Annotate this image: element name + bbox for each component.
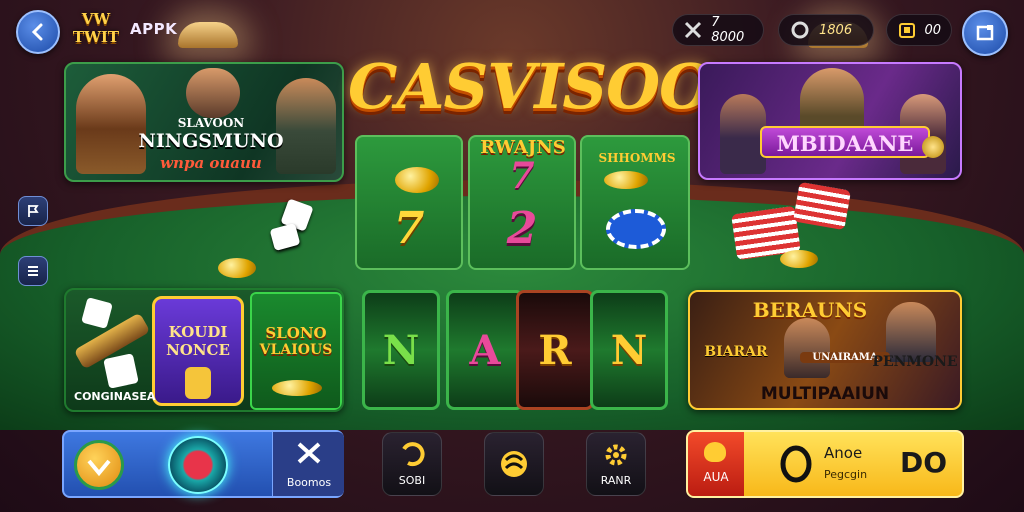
character-portrait (886, 302, 936, 362)
dice (103, 353, 139, 389)
reel-number-1: 7 (393, 203, 425, 254)
reel-column-2: RWAJNS 7 2 (468, 135, 576, 270)
flag-icon (28, 205, 39, 217)
promo-right-title: MBIDAANE (760, 126, 930, 158)
bottom-button-3[interactable]: RANR (586, 432, 646, 496)
cta-panel[interactable]: AUA Anoe Pegcgin DO (686, 430, 964, 498)
slot-game-tile[interactable]: KOUDI NONCE (152, 296, 244, 406)
bottom-button-2[interactable] (484, 432, 544, 496)
slot-reel-4-letter: N (610, 326, 648, 374)
promo-banner-right[interactable]: MBIDAANE (698, 62, 962, 180)
card-left-caption: CONGINASEA (74, 390, 156, 403)
promo-banner-left[interactable]: SLAVOON NINGSMUNO wnpa ouauu (64, 62, 344, 182)
bonus-tab[interactable]: Boomos (272, 432, 344, 496)
side-menu-button[interactable] (18, 256, 48, 286)
back-button[interactable] (16, 10, 60, 54)
cta-subtitle: Pegcgin (824, 468, 868, 481)
side-flag-button[interactable] (18, 196, 48, 226)
slot-game-1-line2: NONCE (166, 341, 230, 359)
ceiling-lamp-left (178, 22, 238, 48)
gem-icon (789, 19, 811, 41)
swirl-icon (402, 442, 425, 467)
game-card-right[interactable]: BERAUNS BIARAR UNAIRAMA PENMONE MULTIPAA… (688, 290, 962, 410)
small-banner-title: SHHOMMS (598, 151, 676, 165)
cta-value: DO (900, 446, 948, 479)
gear-icon (605, 444, 627, 466)
cta-left-tab[interactable]: AUA (688, 432, 744, 496)
wallet-icon (897, 19, 916, 41)
currency-pill-1[interactable]: 7 8000 (672, 14, 764, 46)
currency-pill-3[interactable]: 00 (886, 14, 952, 46)
reel-column-1: 7 (355, 135, 463, 270)
game-card-left[interactable]: KOUDI NONCE SLONO VLAIOUS CONGINASEA (64, 288, 344, 412)
gold-coin-icon (922, 136, 944, 158)
currency-pill-2[interactable]: 1806 (778, 14, 874, 46)
dice (81, 297, 113, 329)
card-right-sub-left: BIARAR (704, 344, 768, 360)
cta-left-label: AUA (703, 470, 729, 484)
promo-left-line2: NINGSMUNO (138, 130, 284, 152)
reel-number-2: 7 (509, 155, 535, 197)
slot-number (185, 367, 211, 399)
promo-left-line1: SLAVOON (177, 116, 245, 130)
promo-left-line3: wnpa ouauu (160, 154, 262, 172)
character-portrait (784, 318, 830, 378)
coin-stack (395, 167, 439, 193)
slot-reel-1-letter: N (382, 326, 420, 374)
reel-number-3: 2 (506, 203, 538, 254)
cross-swords-icon (297, 442, 321, 464)
bonus-button[interactable] (74, 440, 124, 490)
card-right-sub-right: PENMONE (872, 354, 958, 370)
bottom-button-1[interactable]: SOBI (382, 432, 442, 496)
slot-reel-1: N (362, 290, 440, 410)
slot-reel-3: R (516, 290, 594, 410)
heart-icon (704, 442, 726, 462)
slot-game-tile[interactable]: SLONO VLAIOUS (250, 292, 342, 410)
bottom-left-panel: Boomos (62, 430, 344, 498)
slot-game-1-line1: KOUDI (168, 323, 228, 341)
slot-game-2-line1: SLONO (265, 324, 327, 342)
menu-icon (28, 266, 38, 276)
bottom-button-1-label: SOBI (398, 473, 426, 487)
currency-value-1: 7 8000 (711, 15, 745, 45)
cross-swords-icon (683, 19, 703, 41)
reel-column-3: SHHOMMS (580, 135, 690, 270)
slot-reel-2-letter: A (469, 326, 501, 374)
wheel-button[interactable] (168, 436, 228, 494)
gold-chip (272, 380, 322, 396)
window-button[interactable] (962, 10, 1008, 56)
app-name: APPK (130, 20, 178, 38)
slot-game-2-line2: VLAIOUS (259, 342, 333, 358)
chip-icon (501, 451, 527, 477)
bottom-button-3-label: RANR (600, 474, 632, 488)
window-icon (976, 25, 994, 41)
slot-reel-2: A (446, 290, 524, 410)
currency-value-2: 1806 (819, 22, 853, 38)
currency-value-3: 00 (924, 22, 941, 38)
back-arrow-icon (31, 23, 43, 41)
gold-chip (218, 258, 256, 278)
poker-chip (606, 209, 666, 249)
bonus-tab-label: Boomos (286, 476, 332, 489)
card-right-caption: MULTIPAAIUN (760, 384, 890, 404)
brand-logo: VW TWIT (72, 10, 120, 46)
chip-icon (87, 459, 111, 477)
slot-reel-4: N (590, 290, 668, 410)
coin-stack (604, 171, 648, 189)
ring-icon (780, 445, 812, 483)
cta-title: Anoe (824, 444, 863, 462)
gold-chip (780, 250, 818, 268)
character-portrait (186, 68, 240, 118)
game-logo: CASVISOO (348, 50, 713, 123)
slot-reel-3-letter: R (538, 326, 572, 374)
